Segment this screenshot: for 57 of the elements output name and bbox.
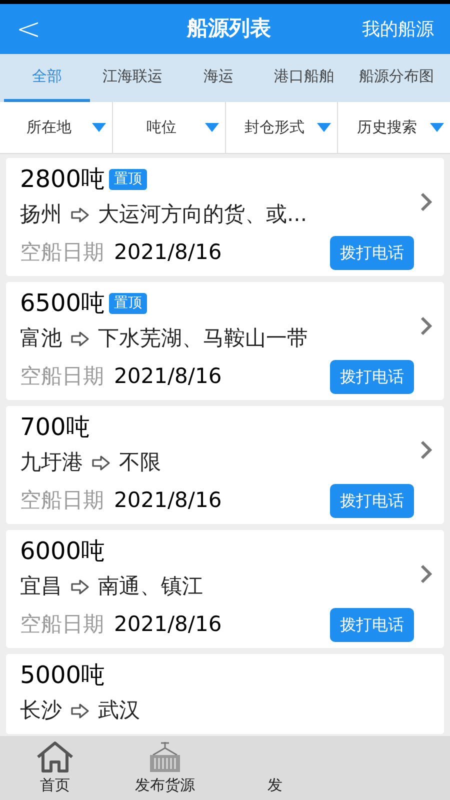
destination: 不限 bbox=[119, 449, 161, 476]
arrow-icon bbox=[70, 207, 90, 223]
caret-icon bbox=[92, 123, 106, 132]
caret-icon bbox=[430, 123, 444, 132]
filter-dropdown[interactable]: 封仓形式 bbox=[224, 102, 338, 153]
tab[interactable]: 海运 bbox=[176, 54, 262, 102]
tonnage: 2800吨 bbox=[20, 164, 106, 195]
ship-card[interactable]: 2800吨 置顶 扬州 大运河方向的货、或... 空船日期 2021/8/16 拨打电话 bbox=[6, 158, 444, 276]
filter-dropdown[interactable]: 吨位 bbox=[112, 102, 224, 153]
home-icon bbox=[35, 740, 75, 774]
tab[interactable]: 江海联运 bbox=[90, 54, 176, 102]
date-label: 空船日期 bbox=[20, 487, 104, 514]
tab[interactable]: 船源分布图 bbox=[347, 54, 446, 102]
pinned-badge: 置顶 bbox=[109, 168, 148, 190]
date-label: 空船日期 bbox=[20, 363, 104, 390]
origin: 扬州 bbox=[20, 201, 62, 228]
origin: 宜昌 bbox=[20, 573, 62, 600]
nav-item[interactable]: 发 bbox=[220, 774, 330, 796]
destination: 南通、镇江 bbox=[98, 573, 203, 600]
tab[interactable]: 港口船舶 bbox=[261, 54, 347, 102]
empty-date: 2021/8/16 bbox=[114, 611, 223, 638]
caret-icon bbox=[204, 123, 218, 132]
destination: 下水芜湖、马鞍山一带 bbox=[98, 325, 308, 352]
chevron-right-icon bbox=[420, 192, 432, 212]
origin: 九圩港 bbox=[20, 449, 83, 476]
arrow-icon bbox=[70, 579, 90, 595]
date-label: 空船日期 bbox=[20, 239, 104, 266]
empty-date: 2021/8/16 bbox=[114, 487, 223, 514]
ship-card[interactable]: 700吨 九圩港 不限 空船日期 2021/8/16 拨打电话 bbox=[6, 406, 444, 524]
nav-item[interactable]: 发布货源 bbox=[110, 740, 220, 796]
date-label: 空船日期 bbox=[20, 611, 104, 638]
chevron-right-icon bbox=[420, 316, 432, 336]
chevron-right-icon bbox=[420, 440, 432, 460]
ship-card[interactable]: 6000吨 宜昌 南通、镇江 空船日期 2021/8/16 拨打电话 bbox=[6, 530, 444, 648]
tonnage: 700吨 bbox=[20, 412, 90, 443]
ship-card[interactable]: 5000吨 长沙 武汉 bbox=[6, 654, 444, 734]
page-title: 船源列表 bbox=[186, 15, 272, 42]
ship-card[interactable]: 6500吨 置顶 富池 下水芜湖、马鞍山一带 空船日期 2021/8/16 拨打电话 bbox=[6, 282, 444, 400]
tonnage: 6500吨 bbox=[20, 288, 106, 319]
container-icon bbox=[148, 740, 182, 774]
tonnage: 6000吨 bbox=[20, 536, 106, 567]
origin: 富池 bbox=[20, 325, 62, 352]
origin: 长沙 bbox=[20, 697, 62, 724]
arrow-icon bbox=[91, 455, 111, 471]
filter-dropdown[interactable]: 所在地 bbox=[0, 102, 112, 153]
filter-dropdown[interactable]: 历史搜索 bbox=[337, 102, 450, 153]
chevron-right-icon bbox=[420, 564, 432, 584]
caret-icon bbox=[317, 123, 332, 132]
destination: 武汉 bbox=[98, 697, 140, 724]
arrow-icon bbox=[70, 331, 90, 347]
empty-date: 2021/8/16 bbox=[114, 363, 223, 390]
empty-date: 2021/8/16 bbox=[114, 239, 223, 266]
pinned-badge: 置顶 bbox=[109, 292, 148, 314]
nav-item[interactable]: 首页 bbox=[0, 740, 110, 796]
arrow-icon bbox=[70, 703, 90, 719]
tonnage: 5000吨 bbox=[20, 660, 106, 691]
destination: 大运河方向的货、或... bbox=[98, 201, 308, 228]
